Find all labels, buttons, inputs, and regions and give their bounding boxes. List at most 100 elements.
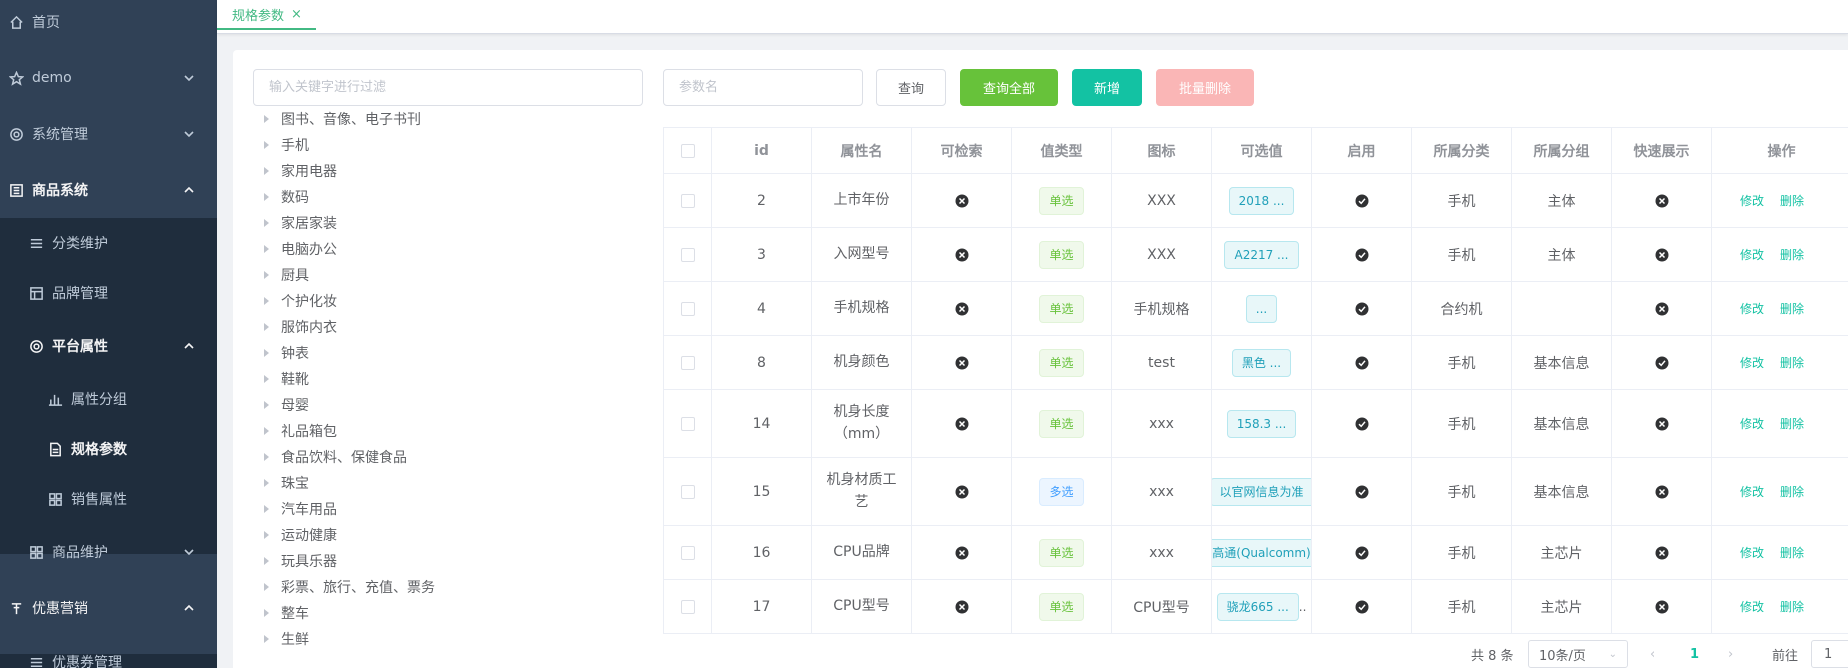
group-cell: 基本信息 xyxy=(1512,458,1612,525)
tree-node[interactable]: 食品饮料、保健食品 xyxy=(258,444,638,470)
tree-node[interactable]: 个护化妆 xyxy=(258,288,638,314)
next-page-button[interactable]: › xyxy=(1728,640,1733,668)
caret-right-icon xyxy=(264,193,269,201)
tree-node[interactable]: 运动健康 xyxy=(258,522,638,548)
catalog-value: 手机 xyxy=(1447,193,1476,210)
enable-cell xyxy=(1312,282,1412,335)
edit-button[interactable]: 修改 xyxy=(1740,300,1764,317)
tree-node[interactable]: 服饰内衣 xyxy=(258,314,638,340)
row-checkbox[interactable] xyxy=(680,301,695,316)
delete-button[interactable]: 删除 xyxy=(1780,483,1804,500)
tree-node[interactable]: 珠宝 xyxy=(258,470,638,496)
searchable-cell xyxy=(912,282,1012,335)
tree-node[interactable]: 鞋靴 xyxy=(258,366,638,392)
icon-value: test xyxy=(1148,354,1175,371)
id-cell: 16 xyxy=(712,526,812,579)
tree-node[interactable]: 汽车用品 xyxy=(258,496,638,522)
query-all-button[interactable]: 查询全部 xyxy=(960,69,1058,106)
table-row: 8 机身颜色 单选 test 黑色 ... 手机 基本信息 修改 删除 xyxy=(664,336,1848,390)
sidebar-item-marketing[interactable]: 优惠营销 xyxy=(0,580,217,636)
sidebar-item-sale-attr[interactable]: 销售属性 xyxy=(0,471,217,527)
sidebar-item-attr-group[interactable]: 属性分组 xyxy=(0,371,217,427)
tree-node[interactable]: 电脑办公 xyxy=(258,236,638,262)
caret-right-icon xyxy=(264,141,269,149)
delete-button[interactable]: 删除 xyxy=(1780,598,1804,615)
checkbox-cell xyxy=(664,228,712,281)
delete-button[interactable]: 删除 xyxy=(1780,246,1804,263)
edit-button[interactable]: 修改 xyxy=(1740,483,1764,500)
sidebar-item-category[interactable]: 分类维护 xyxy=(0,215,217,271)
enable-cell xyxy=(1312,390,1412,457)
icon-value: xxx xyxy=(1149,483,1174,500)
sidebar-item-product-maintain[interactable]: 商品维护 xyxy=(0,524,217,580)
sidebar-item-label: 系统管理 xyxy=(32,127,88,143)
edit-button[interactable]: 修改 xyxy=(1740,544,1764,561)
row-checkbox[interactable] xyxy=(680,247,695,262)
close-icon[interactable]: × xyxy=(291,7,302,22)
edit-button[interactable]: 修改 xyxy=(1740,246,1764,263)
sidebar-item-brand[interactable]: 品牌管理 xyxy=(0,265,217,321)
tree-filter-input[interactable] xyxy=(253,69,643,106)
sidebar-item-label: 分类维护 xyxy=(52,236,108,252)
delete-button[interactable]: 删除 xyxy=(1780,300,1804,317)
edit-button[interactable]: 修改 xyxy=(1740,598,1764,615)
tree-node[interactable]: 图书、音像、电子书刊 xyxy=(258,106,638,132)
delete-button[interactable]: 删除 xyxy=(1780,354,1804,371)
query-button[interactable]: 查询 xyxy=(876,69,946,106)
page-size-select[interactable]: 10条/页 ⌄ xyxy=(1528,640,1628,668)
sidebar-item-demo[interactable]: demo xyxy=(0,50,217,106)
check-circle-icon xyxy=(1355,356,1368,369)
edit-button[interactable]: 修改 xyxy=(1740,415,1764,432)
check-circle-icon xyxy=(1355,194,1368,207)
row-checkbox[interactable] xyxy=(680,355,695,370)
row-checkbox[interactable] xyxy=(680,484,695,499)
tree-node[interactable]: 玩具乐器 xyxy=(258,548,638,574)
tree-node[interactable]: 母婴 xyxy=(258,392,638,418)
cross-circle-icon xyxy=(1655,600,1668,613)
delete-button[interactable]: 删除 xyxy=(1780,415,1804,432)
delete-button[interactable]: 删除 xyxy=(1780,192,1804,209)
row-checkbox[interactable] xyxy=(680,599,695,614)
sidebar-item-spec-params[interactable]: 规格参数 xyxy=(0,421,217,477)
gear-icon xyxy=(28,338,44,354)
tree-node[interactable]: 家居家装 xyxy=(258,210,638,236)
goto-page-input[interactable]: 1 xyxy=(1811,640,1848,668)
prev-page-button[interactable]: ‹ xyxy=(1650,640,1655,668)
edit-button[interactable]: 修改 xyxy=(1740,192,1764,209)
sidebar-item-home[interactable]: 首页 xyxy=(0,0,217,50)
add-button[interactable]: 新增 xyxy=(1072,69,1142,106)
sidebar-item-coupon[interactable]: 优惠券管理 xyxy=(0,634,217,668)
batch-delete-button[interactable]: 批量删除 xyxy=(1156,69,1254,106)
tab-spec-params[interactable]: 规格参数 × xyxy=(217,0,316,30)
caret-right-icon xyxy=(264,531,269,539)
tree-node[interactable]: 手机 xyxy=(258,132,638,158)
value-type-tag: 多选 xyxy=(1039,477,1084,506)
sidebar-item-product-system[interactable]: 商品系统 xyxy=(0,162,217,218)
id-value: 16 xyxy=(752,544,771,561)
quick-show-cell xyxy=(1612,458,1712,525)
sidebar-item-platform-attr[interactable]: 平台属性 xyxy=(0,318,217,374)
param-name-input[interactable] xyxy=(663,69,863,106)
tree-node[interactable]: 数码 xyxy=(258,184,638,210)
tree-node[interactable]: 家用电器 xyxy=(258,158,638,184)
tree-node[interactable]: 彩票、旅行、充值、票务 xyxy=(258,574,638,600)
sidebar-item-label: 规格参数 xyxy=(71,442,127,458)
tree-node[interactable]: 钟表 xyxy=(258,340,638,366)
icon-value: xxx xyxy=(1149,415,1174,432)
row-checkbox[interactable] xyxy=(680,193,695,208)
tree-node[interactable]: 厨具 xyxy=(258,262,638,288)
tree-node[interactable]: 整车 xyxy=(258,600,638,626)
select-all-checkbox[interactable] xyxy=(680,143,695,158)
tree-node[interactable]: 生鲜 xyxy=(258,626,638,652)
cross-circle-icon xyxy=(955,600,968,613)
row-checkbox[interactable] xyxy=(680,416,695,431)
tree-node-label: 家居家装 xyxy=(281,216,337,232)
value-type-tag: 单选 xyxy=(1039,409,1084,438)
sidebar-item-system[interactable]: 系统管理 xyxy=(0,106,217,162)
page-number[interactable]: 1 xyxy=(1690,640,1699,668)
delete-button[interactable]: 删除 xyxy=(1780,544,1804,561)
row-checkbox[interactable] xyxy=(680,545,695,560)
edit-button[interactable]: 修改 xyxy=(1740,354,1764,371)
tree-node[interactable]: 礼品箱包 xyxy=(258,418,638,444)
attr-name-value: 机身材质工艺 xyxy=(826,471,897,510)
